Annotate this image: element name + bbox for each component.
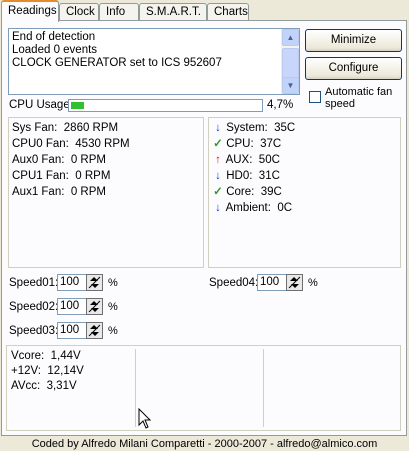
speed01-label: Speed01: [9,277,59,289]
fans-group: Sys Fan: 2860 RPM CPU0 Fan: 4530 RPM Aux… [8,117,204,268]
tab-clock[interactable]: Clock [59,3,99,21]
speed02-spinner[interactable] [86,298,103,315]
voltage-label: +12V: [11,365,41,377]
fan-label: Aux1 Fan: [12,186,65,198]
temp-label: System: [226,122,268,134]
temp-label: Core: [226,186,255,198]
speed03-input[interactable]: 100 [57,322,89,339]
up-arrow-icon: ↑ [215,154,221,166]
log-line: Loaded 0 events [12,44,98,56]
temp-row: ✓ CPU: 37C [213,136,281,152]
check-icon: ✓ [213,186,223,198]
voltages-group: Vcore: 1,44V +12V: 12,14V AVcc: 3,31V [6,345,401,431]
log-scrollbar[interactable]: ▲ ▼ [281,29,299,94]
voltage-label: Vcore: [11,350,45,362]
temp-row: ↓ Ambient: 0C [213,200,292,216]
speed04-unit: % [308,277,318,289]
voltage-row: AVcc: 3,31V [11,378,77,394]
scroll-down-icon[interactable]: ▼ [282,77,299,94]
temp-row: ↑ AUX: 50C [213,152,280,168]
temp-value: 50C [258,154,280,166]
spinner-arrows-icon [88,300,101,313]
speed02-label: Speed02: [9,301,59,313]
temp-value: 35C [274,122,296,134]
fan-row: Aux1 Fan: 0 RPM [12,184,106,200]
down-arrow-icon: ↓ [215,202,221,214]
speed03-label: Speed03: [9,325,59,337]
auto-fan-label: Automatic fan speed [325,86,393,110]
minimize-button[interactable]: Minimize [305,29,402,52]
temp-value: 39C [260,186,282,198]
fan-value: 0 RPM [70,186,106,198]
check-icon: ✓ [213,138,223,150]
footer-credits: Coded by Alfredo Milani Comparetti - 200… [31,438,378,450]
tab-bar: Readings Clock Info S.M.A.R.T. Charts [0,0,409,22]
speed01-input[interactable]: 100 [57,274,89,291]
cpu-usage-bar [68,99,263,112]
fan-value: 2860 RPM [63,122,119,134]
voltage-value: 3,31V [46,380,77,392]
event-log[interactable]: End of detection Loaded 0 events CLOCK G… [8,28,300,95]
cpu-usage-fill [71,102,84,109]
fan-row: Aux0 Fan: 0 RPM [12,152,106,168]
fan-label: Sys Fan: [12,122,58,134]
voltage-label: AVcc: [11,380,41,392]
down-arrow-icon: ↓ [215,170,221,182]
cpu-usage-label: CPU Usage [9,99,70,111]
column-divider [135,349,136,427]
fan-value: 0 RPM [75,170,111,182]
fan-label: Aux0 Fan: [12,154,65,166]
fan-value: 0 RPM [70,154,106,166]
speed04-input[interactable]: 100 [257,274,289,291]
tab-info[interactable]: Info [99,3,139,21]
temp-value: 0C [277,202,293,214]
temp-label: AUX: [225,154,253,166]
speed01-spinner[interactable] [86,274,103,291]
column-divider [263,349,264,427]
fan-value: 4530 RPM [75,138,130,150]
temp-label: Ambient: [225,202,271,214]
speed03-spinner[interactable] [86,322,103,339]
down-arrow-icon: ↓ [215,122,221,134]
spinner-arrows-icon [88,276,101,289]
mouse-cursor-icon [138,408,152,429]
scroll-up-icon[interactable]: ▲ [282,29,299,46]
temp-value: 37C [260,138,282,150]
voltage-value: 12,14V [47,365,84,377]
tab-smart[interactable]: S.M.A.R.T. [139,3,207,21]
speed04-spinner[interactable] [286,274,303,291]
fan-row: CPU0 Fan: 4530 RPM [12,136,130,152]
tab-readings[interactable]: Readings [1,0,59,22]
voltage-row: +12V: 12,14V [11,363,84,379]
voltage-row: Vcore: 1,44V [11,348,81,364]
speed02-unit: % [108,301,118,313]
temp-value: 31C [258,170,280,182]
configure-button[interactable]: Configure [305,57,402,80]
log-line: CLOCK GENERATOR set to ICS 952607 [12,57,222,69]
temperatures-group: ↓ System: 35C ✓ CPU: 37C ↑ AUX: 50C ↓ HD… [208,117,401,268]
fan-label: CPU0 Fan: [12,138,69,150]
spinner-arrows-icon [288,276,301,289]
temp-label: CPU: [226,138,254,150]
temp-row: ✓ Core: 39C [213,184,282,200]
speed01-unit: % [108,277,118,289]
temp-row: ↓ System: 35C [213,120,295,136]
fan-label: CPU1 Fan: [12,170,69,182]
temp-row: ↓ HD0: 31C [213,168,280,184]
auto-fan-checkbox[interactable] [309,91,321,103]
cpu-usage-value: 4,7% [267,99,294,111]
spinner-arrows-icon [88,324,101,337]
log-line: End of detection [12,31,96,43]
fan-row: CPU1 Fan: 0 RPM [12,168,110,184]
speed04-label: Speed04: [209,277,259,289]
speed03-unit: % [108,325,118,337]
voltage-value: 1,44V [50,350,81,362]
tab-charts[interactable]: Charts [207,3,249,21]
temp-label: HD0: [226,170,253,182]
fan-row: Sys Fan: 2860 RPM [12,120,118,136]
speed02-input[interactable]: 100 [57,298,89,315]
